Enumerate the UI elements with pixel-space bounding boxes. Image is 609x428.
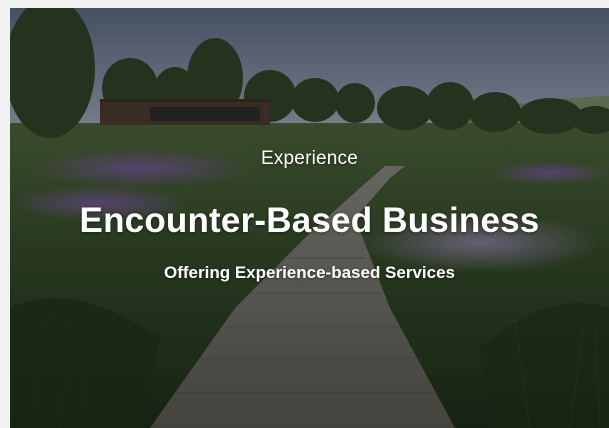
hero-eyebrow-text: Experience (260, 148, 359, 169)
hero-subtitle: Offering Experience-based Services (163, 263, 456, 282)
hero-banner: Experience Encounter-Based Business Offe… (10, 8, 609, 428)
hero-title: Encounter-Based Business (79, 201, 540, 240)
